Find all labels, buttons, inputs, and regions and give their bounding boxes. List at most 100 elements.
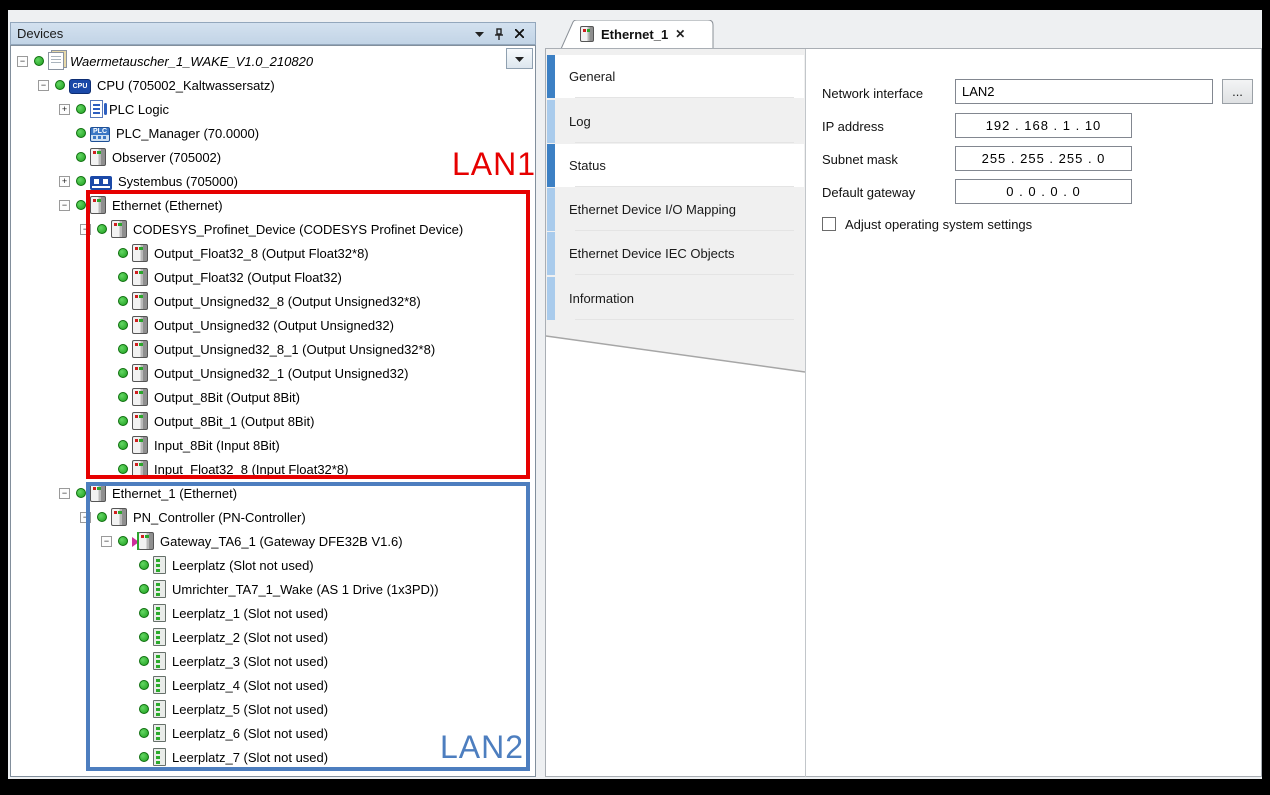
expand-icon[interactable]: + [59,176,70,187]
tree-row[interactable]: Output_Unsigned32_1 (Output Unsigned32) [13,361,513,385]
devices-panel-title: Devices [17,26,469,41]
network-interface-label: Network interface [822,86,923,101]
side-tab-status[interactable]: Status [547,144,804,187]
document-tab-ethernet-1[interactable]: Ethernet_1 ✕ [560,20,714,49]
collapse-icon[interactable]: − [59,200,70,211]
document-tab-close-icon[interactable]: ✕ [675,27,685,41]
tree-item-label[interactable]: CPU (705002_Kaltwassersatz) [97,78,281,93]
network-interface-browse-button[interactable]: ... [1222,79,1253,104]
side-tab-stripe [547,188,555,231]
adjust-os-settings-checkbox[interactable] [822,217,836,231]
tree-row[interactable]: Output_8Bit (Output 8Bit) [13,385,513,409]
collapse-icon[interactable]: − [59,488,70,499]
tree-row[interactable]: Leerplatz_7 (Slot not used) [13,745,513,769]
tree-item-label[interactable]: Umrichter_TA7_1_Wake (AS 1 Drive (1x3PD)… [172,582,445,597]
tree-item-label[interactable]: Systembus (705000) [118,174,244,189]
chevron-down-icon [515,56,524,62]
tree-item-label[interactable]: Output_8Bit_1 (Output 8Bit) [154,414,320,429]
tree-row[interactable]: Observer (705002) [13,145,513,169]
default-gateway-input[interactable]: 0 . 0 . 0 . 0 [955,179,1132,204]
tree-item-label[interactable]: Leerplatz_4 (Slot not used) [172,678,334,693]
tree-row[interactable]: − PN_Controller (PN-Controller) [13,505,513,529]
side-tab-ethernet-device-i-o-mapping[interactable]: Ethernet Device I/O Mapping [547,188,804,231]
tree-row[interactable]: + PLC Logic [13,97,513,121]
expand-icon[interactable]: + [59,104,70,115]
side-tab-general[interactable]: General [547,55,804,98]
status-ok-dot-icon [55,80,65,90]
side-tab-label: General [569,69,615,84]
tree-item-label[interactable]: Observer (705002) [112,150,227,165]
tree-row[interactable]: Output_Unsigned32_8_1 (Output Unsigned32… [13,337,513,361]
tree-item-label[interactable]: Output_Unsigned32_8 (Output Unsigned32*8… [154,294,427,309]
tree-item-label[interactable]: Waermetauscher_1_WAKE_V1.0_210820 [70,54,319,69]
tree-item-label[interactable]: CODESYS_Profinet_Device (CODESYS Profine… [133,222,469,237]
tree-item-label[interactable]: Leerplatz_1 (Slot not used) [172,606,334,621]
tree-row[interactable]: − CPU (705002_Kaltwassersatz) [13,73,513,97]
collapse-icon[interactable]: − [101,536,112,547]
collapse-icon[interactable]: − [80,512,91,523]
tree-row[interactable]: − CODESYS_Profinet_Device (CODESYS Profin… [13,217,513,241]
tree-row[interactable]: − Waermetauscher_1_WAKE_V1.0_210820 [13,49,513,73]
tree-row[interactable]: Output_Float32 (Output Float32) [13,265,513,289]
tree-row[interactable]: Umrichter_TA7_1_Wake (AS 1 Drive (1x3PD)… [13,577,513,601]
panel-menu-chevron-down-icon[interactable] [469,25,489,42]
tree-item-label[interactable]: Leerplatz_7 (Slot not used) [172,750,334,765]
tree-row[interactable]: Output_Unsigned32_8 (Output Unsigned32*8… [13,289,513,313]
tree-item-label[interactable]: Output_8Bit (Output 8Bit) [154,390,306,405]
status-ok-dot-icon [139,704,149,714]
tree-row[interactable]: Leerplatz_1 (Slot not used) [13,601,513,625]
collapse-icon[interactable]: − [80,224,91,235]
tree-item-label[interactable]: PN_Controller (PN-Controller) [133,510,312,525]
tree-row[interactable]: − Ethernet (Ethernet) [13,193,513,217]
tree-row[interactable]: + Systembus (705000) [13,169,513,193]
tree-row[interactable]: Output_Float32_8 (Output Float32*8) [13,241,513,265]
network-interface-input[interactable]: LAN2 [955,79,1213,104]
side-tab-ethernet-device-iec-objects[interactable]: Ethernet Device IEC Objects [547,232,804,275]
device-icon [132,436,148,454]
tree-row[interactable]: PLC_Manager (70.0000) [13,121,513,145]
tree-item-label[interactable]: Leerplatz_3 (Slot not used) [172,654,334,669]
tree-row[interactable]: Input_Float32_8 (Input Float32*8) [13,457,513,481]
tree-item-label[interactable]: Leerplatz_2 (Slot not used) [172,630,334,645]
collapse-icon[interactable]: − [38,80,49,91]
tree-row[interactable]: Leerplatz_3 (Slot not used) [13,649,513,673]
status-ok-dot-icon [118,440,128,450]
tree-row[interactable]: Leerplatz_4 (Slot not used) [13,673,513,697]
tree-item-label[interactable]: Output_Unsigned32 (Output Unsigned32) [154,318,400,333]
panel-close-icon[interactable] [509,25,529,42]
tree-item-label[interactable]: Leerplatz_5 (Slot not used) [172,702,334,717]
tree-row[interactable]: Input_8Bit (Input 8Bit) [13,433,513,457]
side-tab-label: Log [569,114,591,129]
side-tab-log[interactable]: Log [547,100,804,143]
tree-item-label[interactable]: Ethernet_1 (Ethernet) [112,486,243,501]
status-ok-dot-icon [97,512,107,522]
tree-row[interactable]: Output_8Bit_1 (Output 8Bit) [13,409,513,433]
status-ok-dot-icon [139,632,149,642]
tree-row[interactable]: Leerplatz_5 (Slot not used) [13,697,513,721]
tree-item-label[interactable]: Output_Float32_8 (Output Float32*8) [154,246,375,261]
tree-item-label[interactable]: Input_Float32_8 (Input Float32*8) [154,462,354,477]
collapse-icon[interactable]: − [17,56,28,67]
tree-item-label[interactable]: PLC Logic [109,102,175,117]
panel-pin-icon[interactable] [489,25,509,42]
tree-item-label[interactable]: Ethernet (Ethernet) [112,198,229,213]
side-tab-information[interactable]: Information [547,277,804,320]
tree-row[interactable]: Leerplatz (Slot not used) [13,553,513,577]
tree-row[interactable]: − Ethernet_1 (Ethernet) [13,481,513,505]
tree-row[interactable]: Leerplatz_2 (Slot not used) [13,625,513,649]
tree-row[interactable]: − Gateway_TA6_1 (Gateway DFE32B V1.6) [13,529,513,553]
tree-item-label[interactable]: Output_Float32 (Output Float32) [154,270,348,285]
status-ok-dot-icon [139,680,149,690]
tree-item-label[interactable]: PLC_Manager (70.0000) [116,126,265,141]
tree-item-label[interactable]: Gateway_TA6_1 (Gateway DFE32B V1.6) [160,534,409,549]
tree-item-label[interactable]: Input_8Bit (Input 8Bit) [154,438,286,453]
tree-row[interactable]: Leerplatz_6 (Slot not used) [13,721,513,745]
gateway-icon [138,532,154,550]
tree-item-label[interactable]: Output_Unsigned32_8_1 (Output Unsigned32… [154,342,441,357]
subnet-mask-input[interactable]: 255 . 255 . 255 . 0 [955,146,1132,171]
tree-item-label[interactable]: Leerplatz (Slot not used) [172,558,320,573]
tree-item-label[interactable]: Output_Unsigned32_1 (Output Unsigned32) [154,366,414,381]
tree-row[interactable]: Output_Unsigned32 (Output Unsigned32) [13,313,513,337]
ip-address-input[interactable]: 192 . 168 . 1 . 10 [955,113,1132,138]
tree-item-label[interactable]: Leerplatz_6 (Slot not used) [172,726,334,741]
